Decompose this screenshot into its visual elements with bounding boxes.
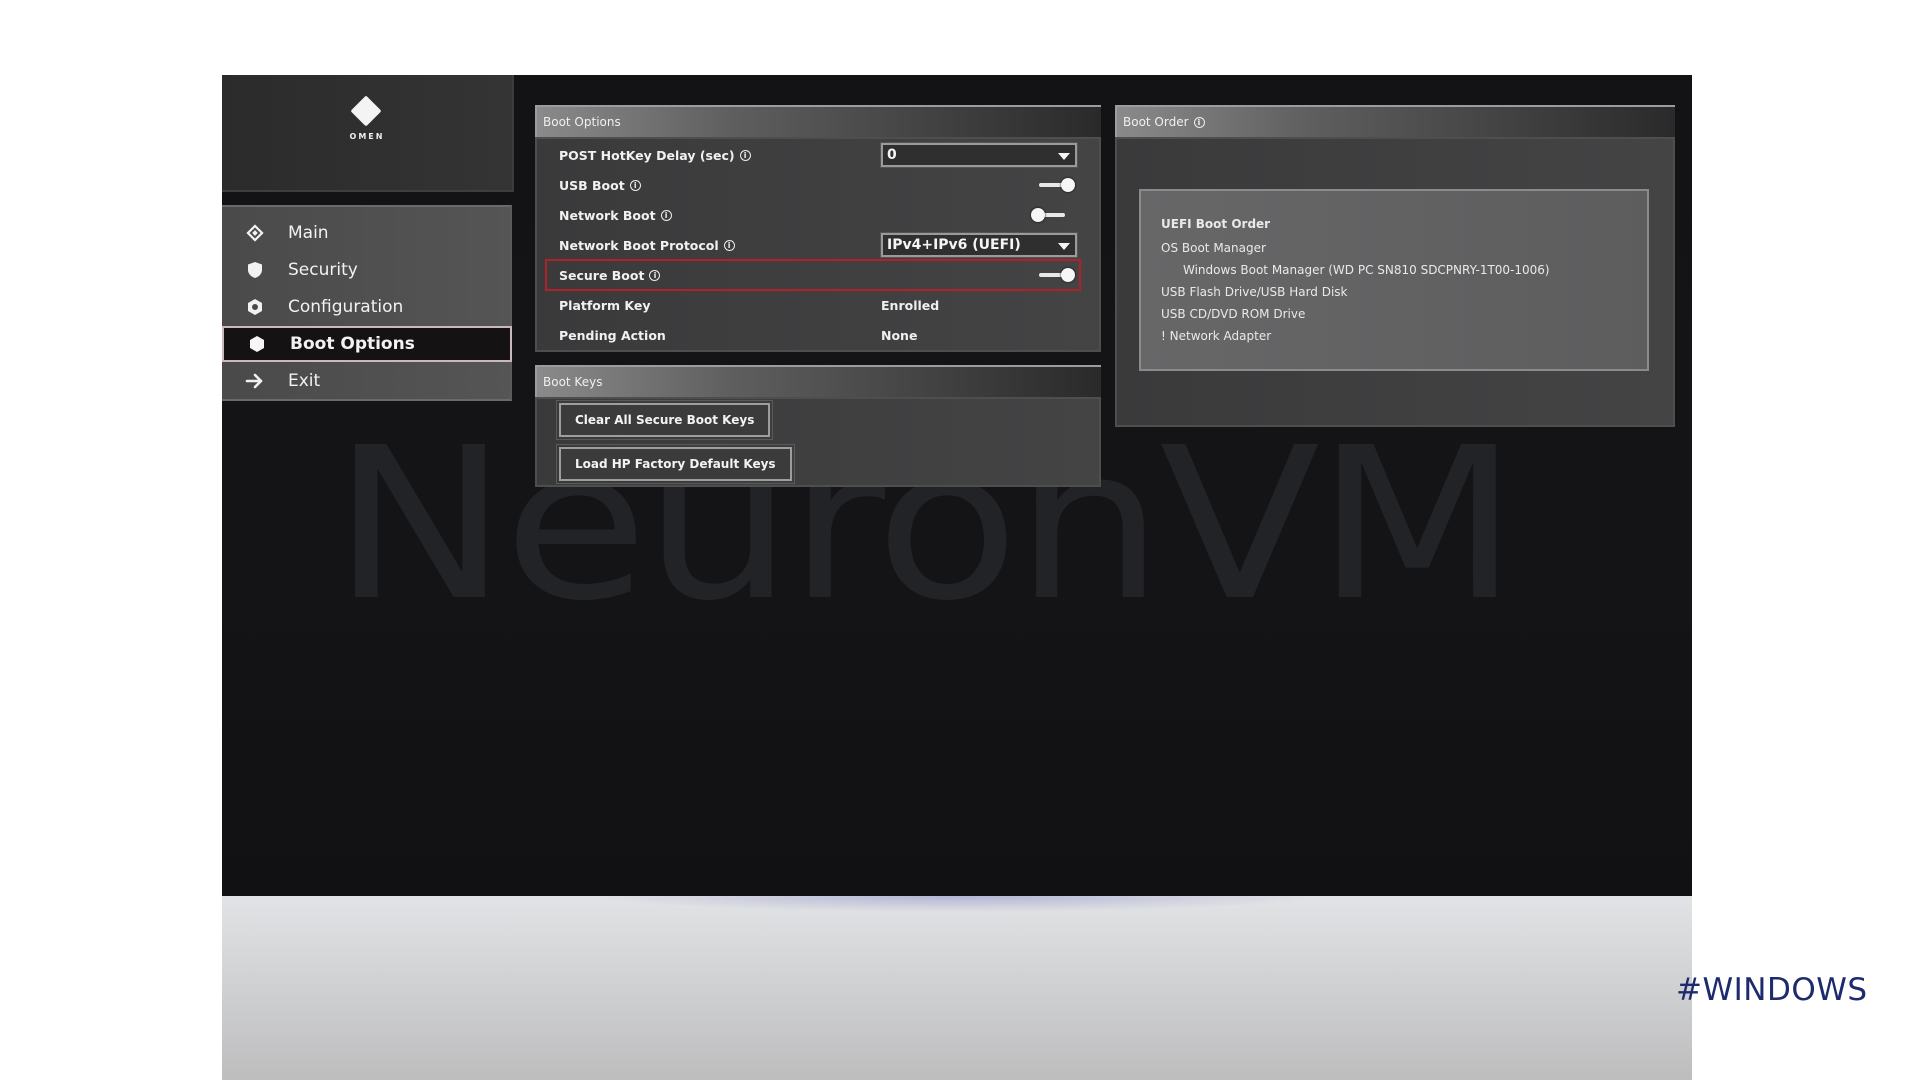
info-icon[interactable]: i [649,269,661,281]
panel-title: Boot Order [1123,115,1189,129]
post-hotkey-delay-label: POST HotKey Delay (sec) i [559,143,751,167]
sidebar-item-label: Main [288,223,329,243]
sidebar-nav: Main Security Configuration Boot Options… [222,205,512,401]
select-value: IPv4+IPv6 (UEFI) [887,237,1021,253]
sidebar-item-boot-options[interactable]: Boot Options [222,326,512,362]
network-boot-protocol-label: Network Boot Protocol i [559,233,735,257]
secure-boot-toggle[interactable] [1037,267,1077,283]
usb-boot-toggle[interactable] [1037,177,1077,193]
panel-title: Boot Keys [543,375,603,389]
sidebar-item-exit[interactable]: Exit [222,363,512,399]
info-icon[interactable]: i [723,239,735,251]
clear-secure-boot-keys-button[interactable]: Clear All Secure Boot Keys [555,400,774,440]
network-boot-toggle[interactable] [1031,207,1071,223]
sidebar-item-label: Security [288,260,358,280]
toggle-knob [1061,268,1075,282]
arrow-right-icon [244,370,266,392]
sidebar-item-configuration[interactable]: Configuration [222,289,512,325]
boot-order-header: Boot Order i [1115,105,1675,137]
chevron-down-icon [1058,243,1070,250]
secure-boot-label: Secure Boot i [559,263,661,287]
boot-keys-panel: Clear All Secure Boot Keys Load HP Facto… [535,397,1101,487]
boot-order-item[interactable]: Windows Boot Manager (WD PC SN810 SDCPNR… [1183,263,1550,277]
sidebar-item-main[interactable]: Main [222,215,512,251]
uefi-boot-order-list[interactable]: UEFI Boot Order OS Boot Manager Windows … [1139,189,1649,371]
boot-keys-header: Boot Keys [535,365,1101,397]
hashtag-label: #WINDOWS [1676,972,1868,1008]
usb-boot-label: USB Boot i [559,173,641,197]
toggle-knob [1061,178,1075,192]
gear-icon [244,296,266,318]
row-label: Pending Action [559,327,666,343]
select-value: 0 [887,147,897,163]
sidebar-item-security[interactable]: Security [222,252,512,288]
omen-logo-icon [350,95,382,127]
info-icon[interactable]: i [1193,116,1205,128]
boot-order-item[interactable]: USB Flash Drive/USB Hard Disk [1161,285,1348,299]
row-label: Network Boot [559,207,656,223]
row-label: Network Boot Protocol [559,237,719,253]
info-icon[interactable]: i [660,209,672,221]
panel-title: Boot Options [543,115,621,129]
row-label: Platform Key [559,297,651,313]
info-icon[interactable]: i [629,179,641,191]
toggle-knob [1031,208,1045,222]
platform-key-label: Platform Key [559,293,651,317]
diamond-filled-icon [246,333,268,355]
logo-text: OMEN [349,132,385,141]
diamond-outline-icon [244,222,266,244]
sidebar-item-label: Boot Options [290,334,415,354]
network-boot-protocol-select[interactable]: IPv4+IPv6 (UEFI) [880,232,1078,258]
boot-options-header: Boot Options [535,105,1101,137]
sidebar-item-label: Exit [288,371,321,391]
load-factory-default-keys-button[interactable]: Load HP Factory Default Keys [556,444,795,484]
boot-order-item[interactable]: USB CD/DVD ROM Drive [1161,307,1305,321]
info-icon[interactable]: i [739,149,751,161]
pending-action-value: None [881,327,918,343]
boot-order-heading: UEFI Boot Order [1161,217,1271,231]
row-label: Secure Boot [559,267,645,283]
chevron-down-icon [1058,153,1070,160]
post-hotkey-delay-select[interactable]: 0 [880,142,1078,168]
boot-options-panel: POST HotKey Delay (sec) i 0 USB Boot i N… [535,137,1101,352]
row-label: USB Boot [559,177,625,193]
monitor-bezel-reflection [222,896,1692,1080]
network-boot-label: Network Boot i [559,203,672,227]
boot-order-item[interactable]: ! Network Adapter [1161,329,1271,343]
shield-icon [244,259,266,281]
logo-panel: OMEN [222,75,514,192]
bios-screen: NeuronVM OMEN Main Security Configuratio… [222,75,1692,896]
platform-key-value: Enrolled [881,297,940,313]
row-label: POST HotKey Delay (sec) [559,147,735,163]
boot-order-item[interactable]: OS Boot Manager [1161,241,1266,255]
boot-order-panel: UEFI Boot Order OS Boot Manager Windows … [1115,137,1675,427]
sidebar-item-label: Configuration [288,297,404,317]
pending-action-label: Pending Action [559,323,666,347]
